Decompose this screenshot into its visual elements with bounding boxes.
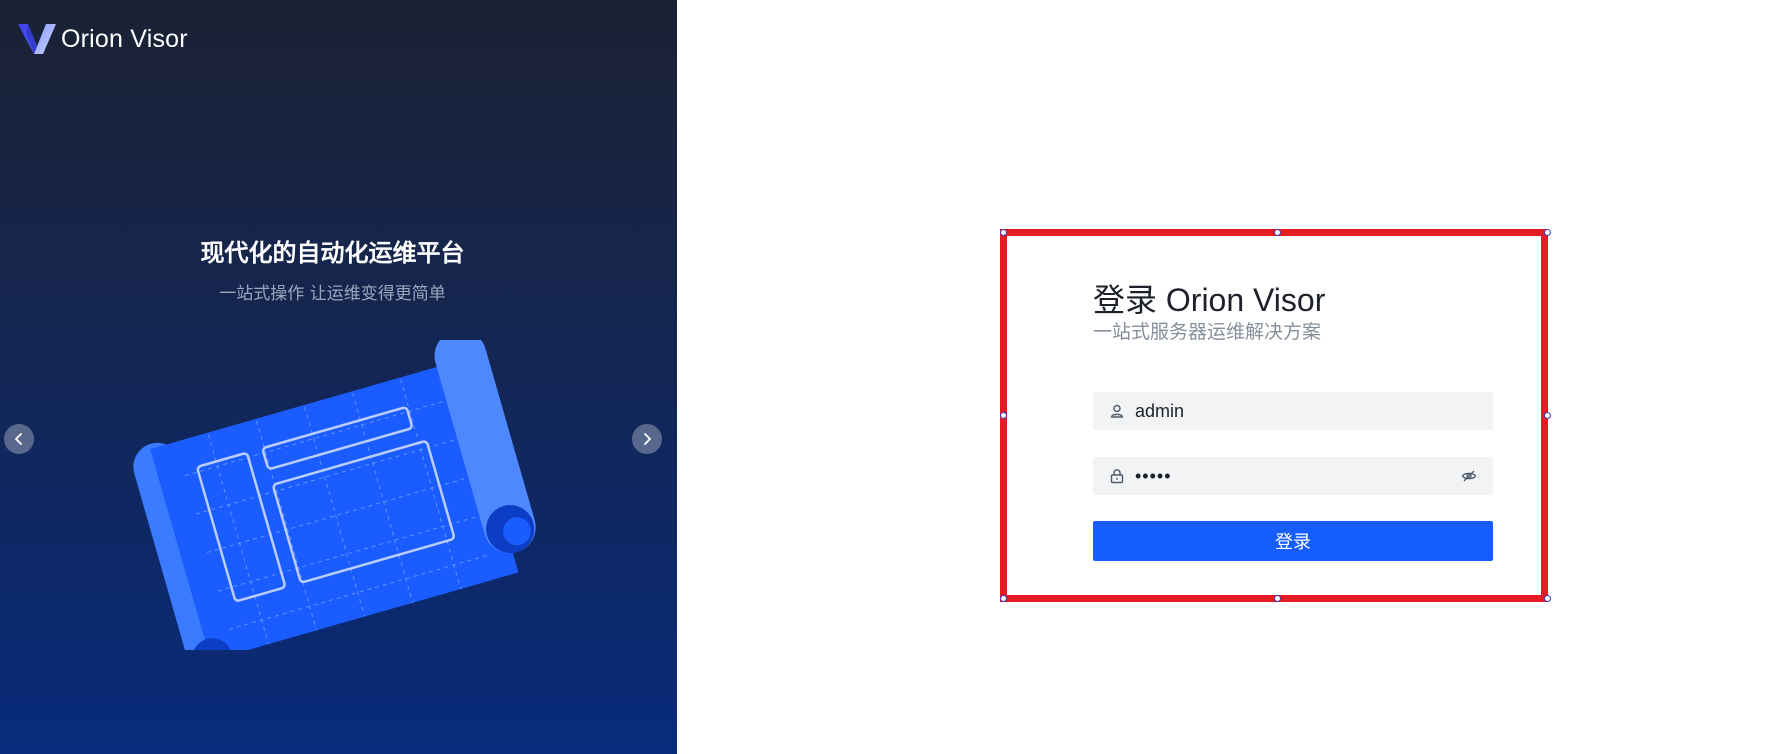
selection-handle[interactable]: [1000, 412, 1007, 419]
selection-handle[interactable]: [1000, 595, 1007, 602]
banner-title: 现代化的自动化运维平台: [200, 239, 465, 267]
selection-handle[interactable]: [1274, 229, 1281, 236]
brand: Orion Visor: [17, 22, 188, 56]
login-title: 登录 Orion Visor: [1093, 282, 1326, 318]
banner-subtitle: 一站式操作 让运维变得更简单: [219, 284, 446, 304]
password-input[interactable]: •••••: [1135, 466, 1461, 487]
lock-icon: [1109, 468, 1125, 484]
user-icon: [1109, 403, 1125, 419]
orion-visor-logo-icon: [18, 24, 56, 54]
chevron-right-icon: [644, 433, 651, 445]
carousel-prev-button[interactable]: [4, 424, 34, 454]
login-subtitle: 一站式服务器运维解决方案: [1093, 321, 1322, 343]
carousel-next-button[interactable]: [632, 424, 662, 454]
username-input[interactable]: [1135, 400, 1493, 422]
login-page: Orion Visor 现代化的自动化运维平台 一站式操作 让运维变得更简单 登…: [0, 0, 1780, 754]
chevron-left-icon: [15, 433, 22, 445]
login-banner: Orion Visor 现代化的自动化运维平台 一站式操作 让运维变得更简单: [0, 0, 677, 754]
login-form-card: 登录 Orion Visor 一站式服务器运维解决方案 admin ••••• …: [1000, 229, 1551, 602]
password-field[interactable]: •••••: [1093, 457, 1493, 495]
selection-handle[interactable]: [1544, 412, 1551, 419]
selection-handle[interactable]: [1544, 595, 1551, 602]
selection-handle[interactable]: [1544, 229, 1551, 236]
login-form: 登录 Orion Visor 一站式服务器运维解决方案 admin ••••• …: [1093, 281, 1493, 561]
selection-handle[interactable]: [1274, 595, 1281, 602]
username-field[interactable]: [1093, 392, 1493, 430]
brand-name: Orion Visor: [61, 24, 188, 53]
blueprint-scroll-illustration: [133, 340, 536, 650]
selection-handle[interactable]: [1000, 229, 1007, 236]
eye-hidden-icon[interactable]: [1461, 468, 1477, 484]
login-button[interactable]: 登录: [1093, 521, 1493, 561]
